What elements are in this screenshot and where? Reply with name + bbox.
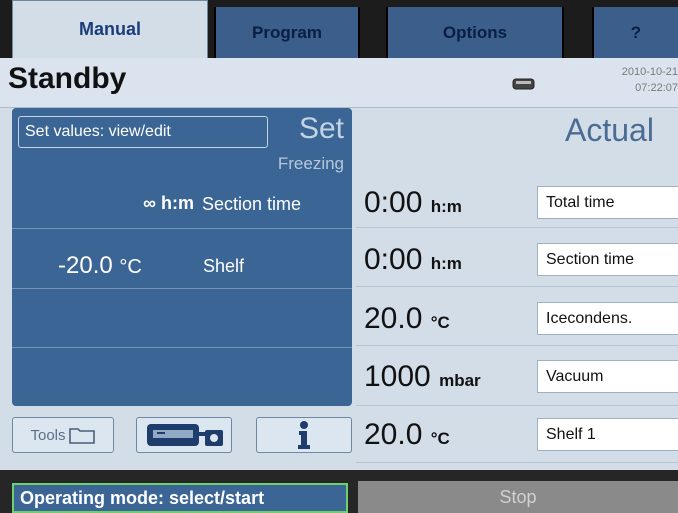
set-heading: Set xyxy=(298,112,344,145)
set-values-edit-button[interactable]: Set values: view/edit xyxy=(18,116,268,148)
section-time-field[interactable]: Section time xyxy=(537,243,678,276)
actual-vacuum-value: 1000 mbar xyxy=(364,360,534,394)
status-date: 2010-10-21 xyxy=(621,66,678,78)
status-bar: Standby 2010-10-21 07:22:07 xyxy=(0,58,678,108)
divider xyxy=(356,286,678,287)
divider xyxy=(12,347,352,348)
actual-value-number: 0:00 xyxy=(364,186,423,219)
shelf-set-label: Shelf xyxy=(203,256,245,276)
status-time: 07:22:07 xyxy=(635,82,678,94)
status-title: Standby xyxy=(8,62,127,95)
tools-button[interactable]: Tools xyxy=(12,417,114,453)
drive-icon xyxy=(512,78,535,90)
phase-label: Freezing xyxy=(277,154,344,173)
total-time-field[interactable]: Total time xyxy=(537,186,678,219)
device-icon xyxy=(147,424,223,446)
vacuum-field[interactable]: Vacuum xyxy=(537,360,678,393)
operating-mode-button[interactable]: Operating mode: select/start xyxy=(12,483,348,513)
divider xyxy=(356,227,678,228)
divider xyxy=(356,405,678,406)
divider xyxy=(12,288,352,289)
actual-value-number: 20.0 xyxy=(364,302,423,335)
section-time-set-value[interactable]: ∞ h:m xyxy=(102,193,194,214)
divider xyxy=(356,462,678,463)
tab-options[interactable]: Options xyxy=(386,7,564,58)
shelf-set-number: -20.0 xyxy=(58,252,113,279)
tab-program[interactable]: Program xyxy=(214,7,360,58)
actual-section-time-value: 0:00 h:m xyxy=(364,243,534,277)
divider xyxy=(12,228,352,229)
actual-value-unit: °C xyxy=(430,313,450,332)
tab-help[interactable]: ? xyxy=(592,7,678,58)
actual-icecondenser-value: 20.0 °C xyxy=(364,302,534,336)
shelf-set-value[interactable]: -20.0 °C xyxy=(58,252,142,280)
actual-heading: Actual xyxy=(565,112,654,148)
actual-value-number: 20.0 xyxy=(364,418,423,451)
actual-value-unit: mbar xyxy=(439,371,481,390)
folder-icon xyxy=(68,428,95,444)
shelf-set-unit: °C xyxy=(119,256,142,278)
actual-value-unit: h:m xyxy=(430,197,462,216)
stop-button[interactable]: Stop xyxy=(358,481,678,513)
section-time-set-label: Section time xyxy=(202,194,302,214)
icecondenser-field[interactable]: Icecondens. xyxy=(537,302,678,335)
actual-shelf-value: 20.0 °C xyxy=(364,418,534,452)
device-settings-button[interactable] xyxy=(136,417,232,453)
actual-value-number: 0:00 xyxy=(364,243,423,276)
actual-value-unit: °C xyxy=(430,429,450,448)
set-values-panel: Set values: view/edit Set Freezing ∞ h:m… xyxy=(12,108,352,406)
info-icon xyxy=(298,421,310,449)
tools-label: Tools xyxy=(30,426,66,444)
info-button[interactable] xyxy=(256,417,352,453)
actual-total-time-value: 0:00 h:m xyxy=(364,186,534,220)
actual-value-unit: h:m xyxy=(430,254,462,273)
datetime: 2010-10-21 07:22:07 xyxy=(578,64,678,96)
divider xyxy=(356,345,678,346)
actual-value-number: 1000 xyxy=(364,360,431,393)
tab-manual[interactable]: Manual xyxy=(12,0,208,58)
shelf-1-field[interactable]: Shelf 1 xyxy=(537,418,678,451)
